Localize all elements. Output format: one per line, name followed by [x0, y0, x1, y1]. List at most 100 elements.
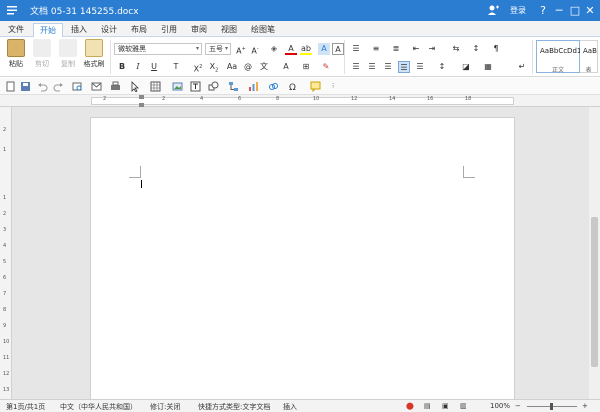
line-spacing-icon[interactable]: ↕ — [436, 61, 448, 73]
shapes-icon[interactable] — [208, 81, 219, 92]
user-icon[interactable] — [487, 4, 499, 16]
vertical-scrollbar[interactable] — [589, 107, 600, 399]
underline-button[interactable]: U — [148, 61, 160, 73]
text-effect-button[interactable]: A — [318, 43, 330, 55]
shrink-font-button[interactable]: A- — [249, 43, 261, 56]
indent-marker[interactable] — [139, 95, 144, 99]
font-size-select[interactable]: 五号 ▾ — [205, 43, 231, 55]
increase-indent-icon[interactable]: ⇥ — [426, 43, 438, 55]
bullet-list-icon[interactable]: ☰ — [350, 43, 362, 55]
tab-design[interactable]: 设计 — [97, 23, 121, 37]
table-icon[interactable] — [150, 81, 161, 92]
font-color-button[interactable]: A — [285, 43, 297, 55]
print-icon[interactable] — [110, 81, 121, 92]
subscript-button[interactable]: X2 — [208, 61, 220, 74]
style-normal[interactable]: AaBbCcDd12 正文 — [536, 40, 586, 74]
tab-layout[interactable]: 布局 — [127, 23, 151, 37]
vruler-tick: 9 — [3, 323, 7, 329]
align-left-icon[interactable]: ☰ — [350, 61, 362, 73]
comment-icon[interactable] — [310, 81, 321, 92]
image-icon[interactable] — [172, 81, 183, 92]
superscript-button[interactable]: X2 — [192, 61, 204, 74]
web-layout-icon[interactable]: ▥ — [460, 402, 467, 410]
line-break-icon[interactable]: ↵ — [516, 61, 528, 73]
vruler-tick: 5 — [3, 259, 7, 265]
align-center-icon[interactable]: ☰ — [366, 61, 378, 73]
hyperlink-icon[interactable] — [268, 81, 279, 92]
paste-button[interactable]: 粘贴 — [4, 39, 28, 69]
revision-status[interactable]: 修订:关闭 — [150, 402, 180, 412]
pointer-icon[interactable] — [130, 81, 141, 92]
chart-icon[interactable] — [248, 81, 259, 92]
page-count[interactable]: 第1页/共1页 — [6, 402, 45, 412]
tab-review[interactable]: 审阅 — [187, 23, 211, 37]
char-border-button[interactable]: A — [332, 43, 344, 55]
new-doc-icon[interactable] — [5, 81, 16, 92]
sort-icon[interactable]: ↕ — [470, 43, 482, 55]
fill-icon[interactable]: ◪ — [460, 61, 472, 73]
alert-icon[interactable]: ⬤ — [406, 402, 414, 410]
font-name-select[interactable]: 微软雅黑 ▾ — [114, 43, 202, 55]
align-right-icon[interactable]: ☰ — [382, 61, 394, 73]
tab-insert[interactable]: 插入 — [67, 23, 91, 37]
paste-label: 粘贴 — [9, 60, 23, 68]
close-button[interactable]: ✕ — [580, 0, 600, 21]
ruler-tick: 2 — [103, 96, 107, 102]
tab-references[interactable]: 引用 — [157, 23, 181, 37]
justify-icon[interactable]: ☰ — [398, 61, 410, 73]
change-case-button[interactable]: Aa — [226, 61, 238, 73]
zoom-level[interactable]: 100% — [490, 402, 510, 410]
insert-mode-status[interactable]: 插入 — [283, 402, 297, 412]
tab-home[interactable]: 开始 — [33, 23, 63, 37]
phonetic-button[interactable]: 文 — [258, 61, 270, 73]
clear-format-icon[interactable]: ◈ — [268, 43, 280, 55]
highlight-button[interactable]: ab — [300, 43, 312, 55]
copy-button[interactable]: 复制 — [56, 39, 80, 69]
margin-corner — [129, 166, 141, 178]
bold-button[interactable]: B — [116, 61, 128, 73]
decrease-indent-icon[interactable]: ⇤ — [410, 43, 422, 55]
vruler-tick: 1 — [3, 195, 7, 201]
undo-icon[interactable] — [37, 81, 48, 92]
shading-button[interactable]: ⊞ — [300, 61, 312, 73]
chinese-layout-icon[interactable]: ⇆ — [450, 43, 462, 55]
print-preview-icon[interactable] — [72, 81, 83, 92]
language-status[interactable]: 中文（中华人民共和国） — [60, 402, 137, 412]
document-page[interactable] — [90, 117, 515, 402]
save-icon[interactable] — [20, 81, 31, 92]
zoom-slider-knob[interactable] — [550, 403, 553, 410]
border-icon[interactable]: ▦ — [482, 61, 494, 73]
redo-icon[interactable] — [53, 81, 64, 92]
tab-file[interactable]: 文件 — [4, 23, 28, 37]
show-marks-icon[interactable]: ¶ — [490, 43, 502, 55]
vruler-tick: 2 — [3, 211, 7, 217]
smartart-icon[interactable] — [228, 81, 239, 92]
tab-view[interactable]: 视图 — [217, 23, 241, 37]
cut-button[interactable]: 剪切 — [30, 39, 54, 69]
style-next[interactable]: AaBl 表 — [580, 40, 598, 73]
distribute-icon[interactable]: ☰ — [414, 61, 426, 73]
mail-icon[interactable] — [91, 81, 102, 92]
grow-font-button[interactable]: A+ — [235, 43, 247, 56]
print-layout-icon[interactable]: ▣ — [442, 402, 449, 410]
customize-toolbar-icon[interactable]: ⁝ — [332, 81, 343, 92]
tab-draw[interactable]: 绘图笔 — [247, 23, 279, 37]
italic-button[interactable]: I — [132, 61, 144, 73]
numbered-list-icon[interactable]: ≡ — [370, 43, 382, 55]
font-size-value: 五号 — [209, 45, 223, 53]
read-mode-icon[interactable]: ▤ — [424, 402, 431, 410]
text-fill-button[interactable]: A — [280, 61, 292, 73]
format-painter-button[interactable]: 格式刷 — [82, 39, 106, 69]
scrollbar-thumb[interactable] — [591, 217, 598, 367]
strikethrough-button[interactable]: T — [170, 61, 182, 73]
vruler-tick: 1 — [3, 147, 7, 153]
textbox-icon[interactable] — [190, 81, 201, 92]
menu-icon[interactable] — [6, 4, 18, 16]
zoom-out-button[interactable]: − — [515, 402, 521, 410]
zoom-in-button[interactable]: + — [582, 402, 588, 410]
char-spacing-icon[interactable]: ✎ — [320, 61, 332, 73]
multilevel-list-icon[interactable]: ≣ — [390, 43, 402, 55]
symbol-icon[interactable]: Ω — [288, 81, 299, 92]
login-button[interactable]: 登录 — [510, 5, 526, 16]
enclose-char-button[interactable]: @ — [242, 61, 254, 73]
